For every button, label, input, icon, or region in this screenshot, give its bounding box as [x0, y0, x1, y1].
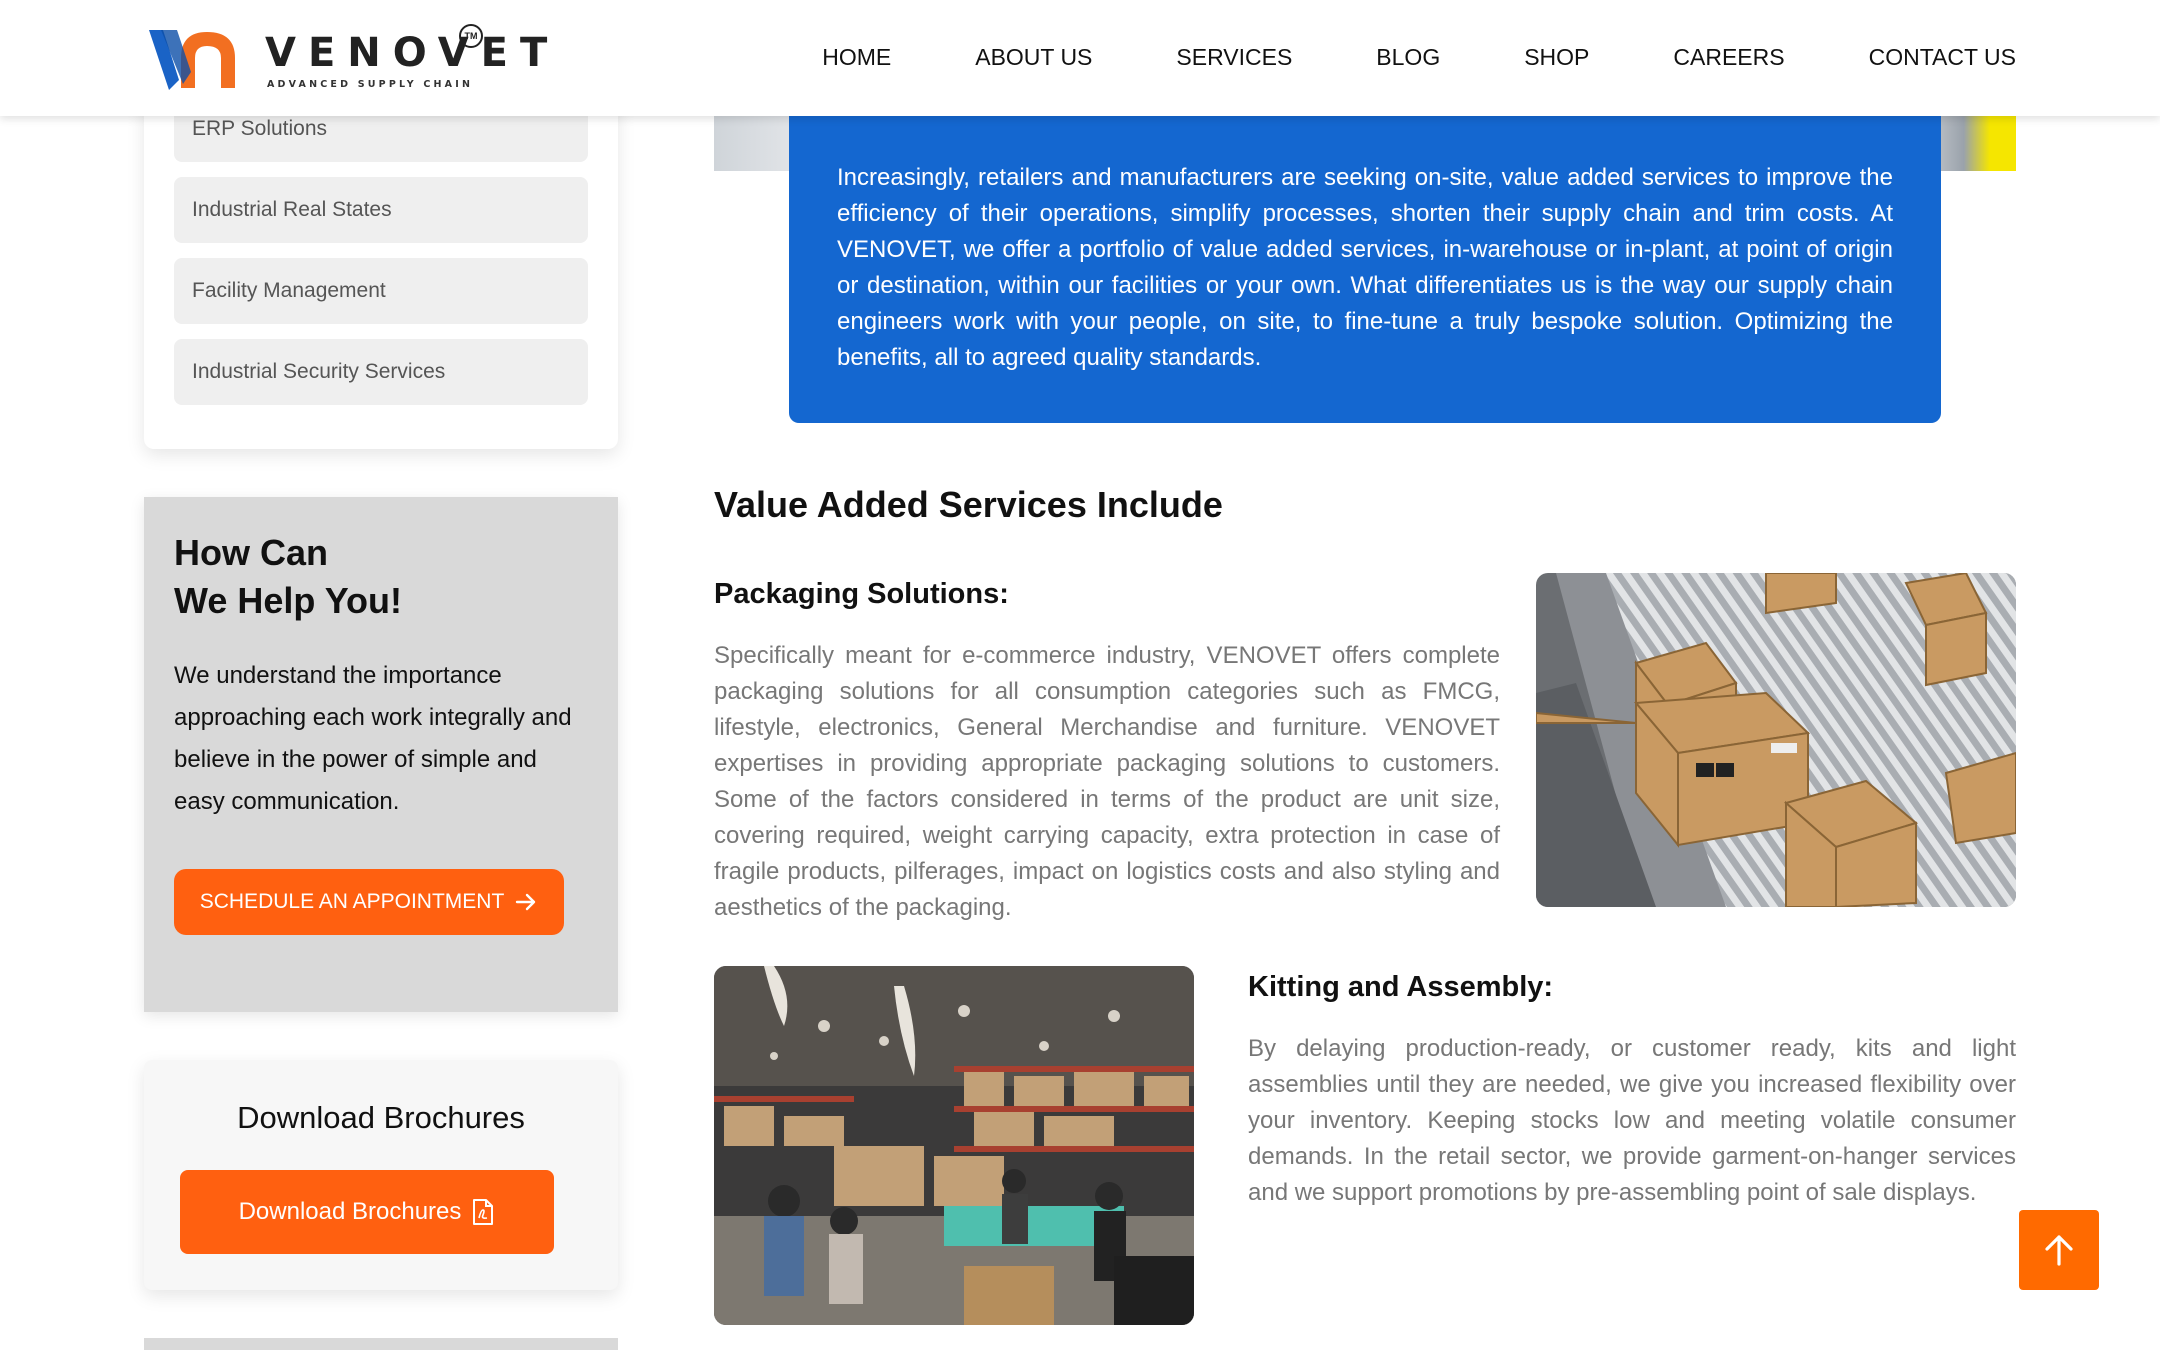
help-text: We understand the importance approaching… — [174, 662, 572, 815]
pdf-file-icon — [473, 1199, 494, 1225]
service-link-industrial-real-states[interactable]: Industrial Real States — [174, 177, 588, 243]
help-card: How Can We Help You! We understand the i… — [144, 497, 618, 1012]
packaging-title: Packaging Solutions: — [714, 578, 1009, 610]
scroll-to-top-button[interactable] — [2019, 1210, 2099, 1290]
services-list-card: ERP Solutions Industrial Real States Fac… — [144, 86, 618, 449]
nav-services[interactable]: SERVICES — [1176, 44, 1292, 71]
main-nav: HOME ABOUT US SERVICES BLOG SHOP CAREERS… — [822, 44, 2016, 71]
packaging-text: Specifically meant for e-commerce indust… — [714, 642, 1500, 921]
service-link-facility-management[interactable]: Facility Management — [174, 258, 588, 324]
logo-wordmark: VENOVET — [265, 30, 560, 76]
download-brochures-label: Download Brochures — [238, 1198, 462, 1225]
brochure-title: Download Brochures — [237, 1100, 525, 1135]
section-title: Value Added Services Include — [714, 484, 1223, 525]
help-title-line2: We Help You! — [174, 580, 403, 621]
trademark-badge: TM — [459, 24, 483, 48]
nav-home[interactable]: HOME — [822, 44, 891, 71]
schedule-appointment-button[interactable]: SCHEDULE AN APPOINTMENT — [174, 869, 564, 935]
warehouse-workers-photo — [714, 966, 1194, 1325]
help-title-line1: How Can — [174, 532, 329, 573]
arrow-up-icon — [2045, 1235, 2073, 1266]
kitting-title: Kitting and Assembly: — [1248, 971, 1554, 1003]
logo-mark-icon — [149, 30, 235, 90]
nav-blog[interactable]: BLOG — [1376, 44, 1440, 71]
help-title: How Can We Help You! — [174, 529, 594, 625]
brochure-card: Download Brochures Download Brochures — [144, 1060, 618, 1290]
venovet-logo[interactable]: VENOVET ADVANCED SUPPLY CHAIN TM — [147, 22, 547, 94]
site-header: VENOVET ADVANCED SUPPLY CHAIN TM HOME AB… — [0, 0, 2160, 116]
kitting-text: By delaying production-ready, or custome… — [1248, 1035, 2016, 1206]
schedule-appointment-label: SCHEDULE AN APPOINTMENT — [199, 890, 505, 913]
boxes-on-conveyor-photo — [1536, 573, 2016, 907]
logo-tagline: ADVANCED SUPPLY CHAIN — [267, 79, 474, 90]
nav-contact-us[interactable]: CONTACT US — [1869, 44, 2016, 71]
intro-box: Increasingly, retailers and manufacturer… — [789, 116, 1941, 423]
next-sidebar-card — [144, 1338, 618, 1350]
download-brochures-button[interactable]: Download Brochures — [180, 1170, 554, 1254]
nav-shop[interactable]: SHOP — [1524, 44, 1589, 71]
nav-about-us[interactable]: ABOUT US — [975, 44, 1092, 71]
arrow-right-icon — [516, 893, 536, 911]
nav-careers[interactable]: CAREERS — [1673, 44, 1784, 71]
service-link-industrial-security[interactable]: Industrial Security Services — [174, 339, 588, 405]
intro-text: Increasingly, retailers and manufacturer… — [837, 164, 1893, 371]
